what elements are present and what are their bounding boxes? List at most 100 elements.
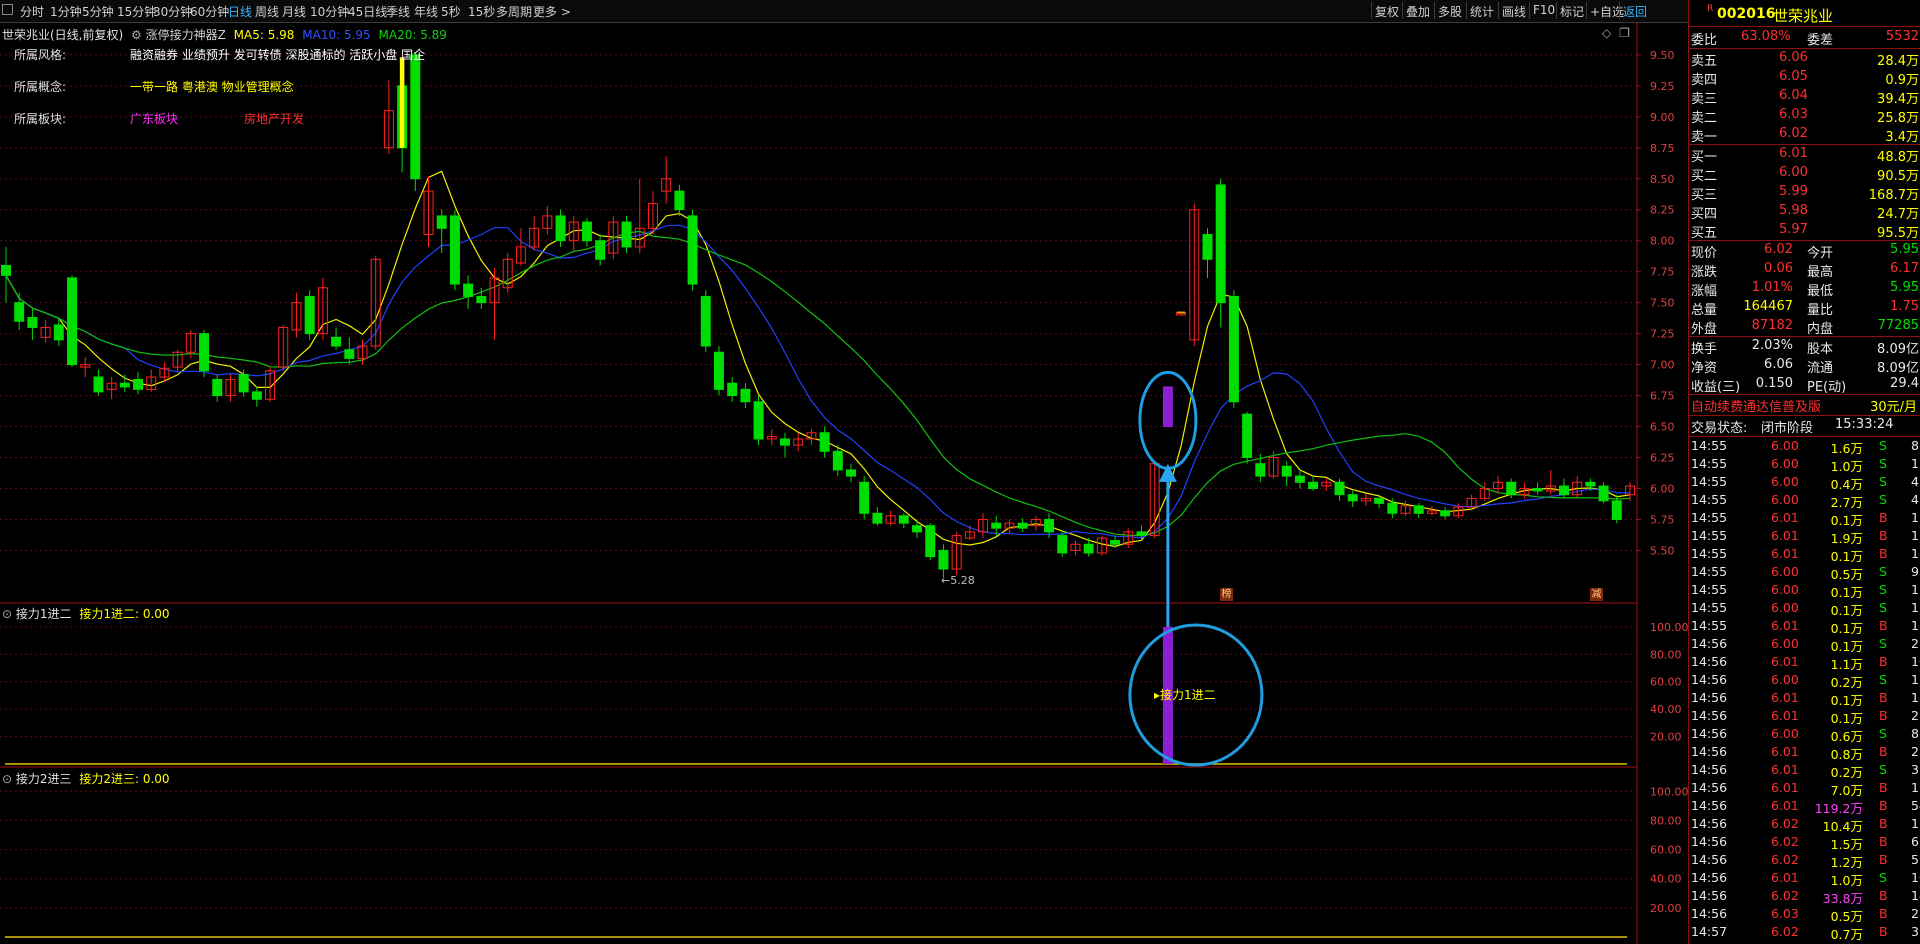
- period-tab[interactable]: 更多 >: [533, 3, 571, 20]
- candle[interactable]: [740, 388, 751, 403]
- candle[interactable]: [872, 512, 883, 524]
- candle[interactable]: [925, 525, 936, 558]
- candle[interactable]: [938, 549, 949, 570]
- candle[interactable]: [449, 215, 460, 285]
- diamond-icon[interactable]: ◇: [1602, 26, 1611, 40]
- candle[interactable]: [1215, 184, 1226, 304]
- bid-row[interactable]: 买四 5.98 24.7万: [1689, 202, 1920, 222]
- candle[interactable]: [1136, 531, 1147, 537]
- candle[interactable]: [212, 378, 223, 397]
- toolbar-button[interactable]: 返回: [1623, 3, 1647, 20]
- indicator-name[interactable]: 涨停接力神器Z: [146, 28, 226, 42]
- bid-row[interactable]: 买五 5.97 95.5万: [1689, 221, 1920, 241]
- toolbar-button[interactable]: 叠加: [1406, 3, 1430, 20]
- candle[interactable]: [700, 295, 711, 347]
- candle[interactable]: [1162, 386, 1173, 428]
- bid-row[interactable]: 买二 6.00 90.5万: [1689, 164, 1920, 184]
- toolbar-button[interactable]: 标记: [1560, 3, 1584, 20]
- period-tab[interactable]: 分时: [20, 3, 44, 20]
- candle[interactable]: [1585, 481, 1596, 487]
- candle[interactable]: [1598, 485, 1609, 502]
- candle[interactable]: [912, 525, 923, 533]
- candle[interactable]: [67, 277, 78, 366]
- ask-row[interactable]: 卖三 6.04 39.4万: [1689, 87, 1920, 107]
- candle[interactable]: [344, 349, 355, 359]
- ask-row[interactable]: 卖二 6.03 25.8万: [1689, 106, 1920, 126]
- period-tab[interactable]: 10分钟: [310, 3, 349, 20]
- menu-box-icon[interactable]: [2, 4, 13, 15]
- candle[interactable]: [331, 336, 342, 347]
- candle[interactable]: [1558, 485, 1569, 496]
- bid-row[interactable]: 买一 6.01 48.8万: [1689, 145, 1920, 165]
- candle[interactable]: [1413, 505, 1424, 514]
- ad-banner[interactable]: 自动续费通达信普及版 30元/月: [1689, 395, 1920, 415]
- candle[interactable]: [991, 522, 1002, 529]
- toolbar-button[interactable]: F10: [1533, 3, 1555, 17]
- ad-text[interactable]: 自动续费通达信普及版: [1691, 396, 1821, 415]
- ask-row[interactable]: 卖四 6.05 0.9万: [1689, 68, 1920, 88]
- period-tab[interactable]: 30分钟: [153, 3, 192, 20]
- toolbar-button[interactable]: 画线: [1502, 3, 1526, 20]
- candle[interactable]: [859, 481, 870, 514]
- candle[interactable]: [1347, 494, 1358, 502]
- sub1-title[interactable]: 接力1进二: [16, 607, 72, 621]
- candle[interactable]: [713, 351, 724, 390]
- candle[interactable]: [1255, 463, 1266, 477]
- event-marker-bang[interactable]: 榜: [1220, 588, 1233, 601]
- event-marker-jian[interactable]: 减: [1590, 588, 1603, 601]
- toolbar-button[interactable]: 多股: [1438, 3, 1462, 20]
- candle[interactable]: [119, 382, 130, 388]
- candle[interactable]: [1017, 522, 1028, 529]
- period-tab[interactable]: 季线: [386, 3, 410, 20]
- candle[interactable]: [463, 283, 474, 297]
- candle[interactable]: [410, 54, 421, 180]
- candle[interactable]: [199, 333, 210, 372]
- sub2-title[interactable]: 接力2进三: [16, 772, 72, 786]
- candle[interactable]: [251, 391, 262, 400]
- candle[interactable]: [846, 469, 856, 477]
- candle[interactable]: [476, 295, 487, 304]
- period-tab[interactable]: 周线: [255, 3, 279, 20]
- candle[interactable]: [1440, 510, 1451, 517]
- period-tab[interactable]: 15秒: [468, 3, 495, 20]
- bid-row[interactable]: 买三 5.99 168.7万: [1689, 183, 1920, 203]
- candle[interactable]: [1506, 481, 1517, 496]
- candle[interactable]: [27, 317, 38, 328]
- candle[interactable]: [687, 215, 698, 285]
- candle[interactable]: [1308, 481, 1319, 489]
- ad-price[interactable]: 30元/月: [1870, 396, 1917, 415]
- collapse-icon[interactable]: ⊙: [2, 607, 12, 621]
- candle[interactable]: [1281, 465, 1292, 477]
- candle[interactable]: [436, 215, 447, 229]
- period-tab[interactable]: 日线: [228, 3, 252, 20]
- candle[interactable]: [238, 374, 249, 393]
- candle[interactable]: [304, 295, 315, 335]
- candle[interactable]: [753, 401, 764, 440]
- candle[interactable]: [898, 515, 909, 524]
- candle[interactable]: [1294, 475, 1305, 483]
- candle[interactable]: [93, 376, 104, 393]
- kline-chart[interactable]: 9.50 9.25 9.00 8.75 8.50 8.25 8.00 7.75 7.50 7.25…: [0, 22, 1688, 944]
- period-tab[interactable]: 5秒: [441, 3, 461, 20]
- period-tab[interactable]: 5分钟: [82, 3, 114, 20]
- chart-corner-icons[interactable]: ◇ ❐: [1602, 26, 1630, 40]
- candle[interactable]: [1228, 295, 1239, 403]
- candle[interactable]: [1, 264, 11, 276]
- candle[interactable]: [53, 324, 64, 341]
- period-tab[interactable]: 15分钟: [117, 3, 156, 20]
- candle[interactable]: [1202, 234, 1213, 260]
- candle[interactable]: [1532, 487, 1543, 492]
- candle[interactable]: [1334, 481, 1345, 496]
- indicator-gear-icon[interactable]: ⚙: [131, 28, 142, 42]
- candle[interactable]: [1110, 540, 1121, 545]
- candle[interactable]: [555, 215, 566, 242]
- candle[interactable]: [1374, 497, 1385, 504]
- period-tab[interactable]: 月线: [282, 3, 306, 20]
- candle[interactable]: [1057, 535, 1068, 554]
- period-tab[interactable]: 45日线: [348, 3, 387, 20]
- candle[interactable]: [727, 382, 738, 397]
- toolbar-button[interactable]: 复权: [1375, 3, 1399, 20]
- period-tab[interactable]: 1分钟: [50, 3, 82, 20]
- candle[interactable]: [780, 438, 790, 446]
- period-tab[interactable]: 年线: [414, 3, 438, 20]
